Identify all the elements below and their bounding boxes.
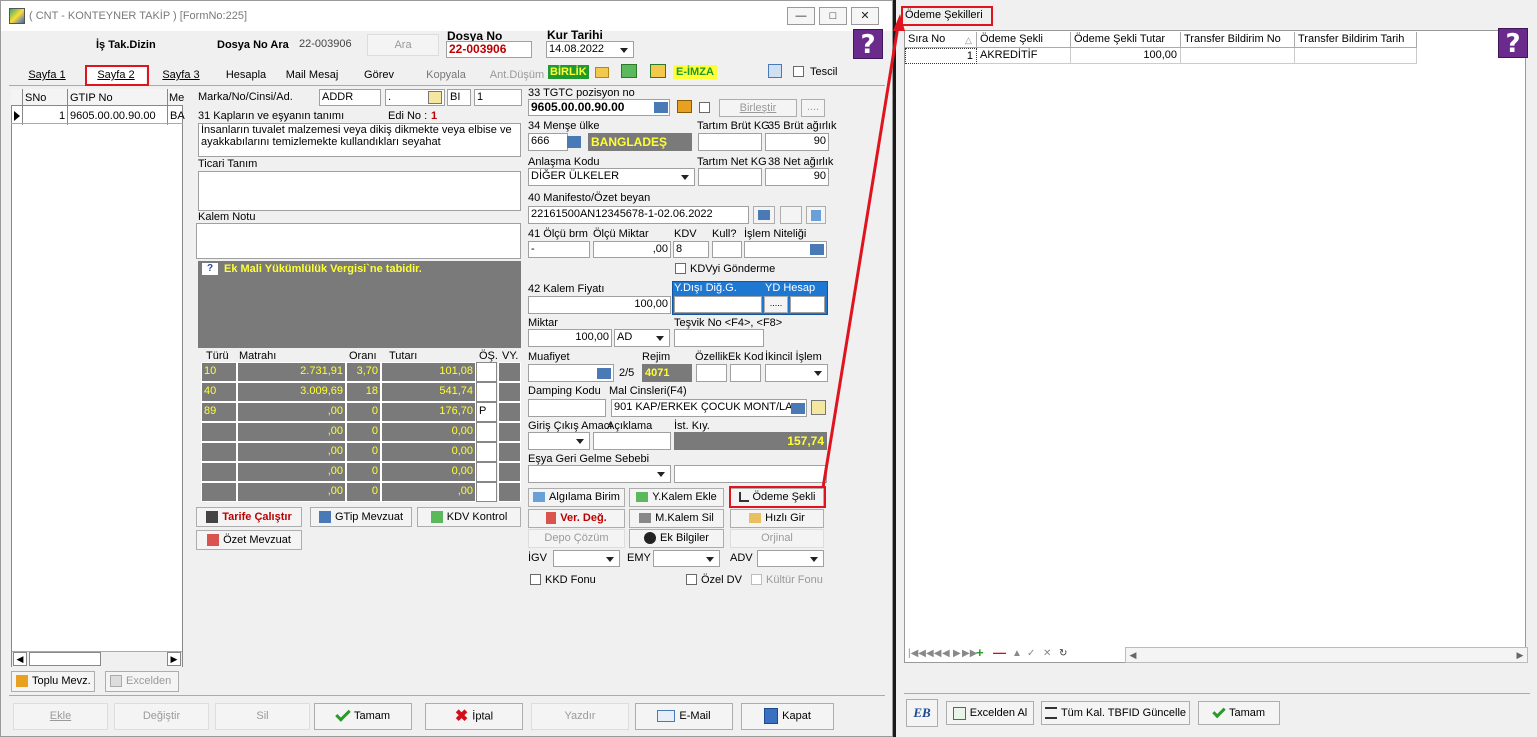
annotation-arrow <box>821 14 905 489</box>
arrow-head-icon <box>893 14 905 31</box>
arrow-line <box>821 25 900 489</box>
